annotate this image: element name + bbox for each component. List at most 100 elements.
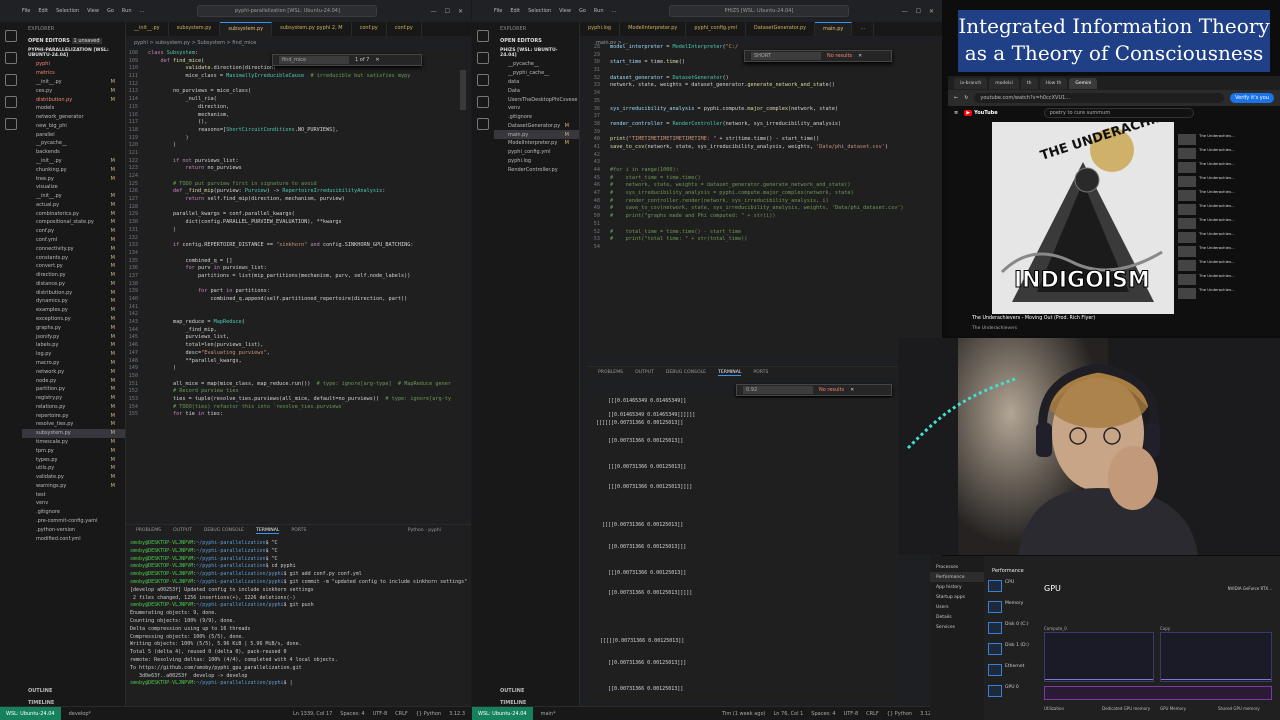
file-item[interactable]: __init__.py M	[22, 78, 125, 87]
panel-tab[interactable]: DEBUG CONSOLE	[204, 528, 244, 533]
editor-tab[interactable]: ModelInterpreter.py	[620, 22, 687, 36]
panel-tab[interactable]: OUTPUT	[635, 370, 654, 375]
recommended-video[interactable]: The Underachiev...	[1178, 133, 1276, 145]
file-item[interactable]: pyphi	[22, 60, 125, 69]
recommended-video[interactable]: The Underachiev...	[1178, 287, 1276, 299]
browser-tab[interactable]: ia-branch	[954, 77, 988, 89]
menu-view[interactable]: View	[87, 8, 99, 14]
file-item[interactable]: __init__.py M	[22, 192, 125, 201]
terminal-profile[interactable]: Python - pyphi	[408, 528, 441, 533]
panel-tab[interactable]: DEBUG CONSOLE	[666, 370, 706, 375]
youtube-logo[interactable]: ▶ YouTube	[964, 110, 998, 116]
status-item[interactable]: Spaces: 4	[340, 711, 364, 717]
file-item[interactable]: venv	[494, 104, 579, 113]
file-item[interactable]: models	[22, 104, 125, 113]
file-item[interactable]: .python-version	[22, 525, 125, 534]
file-item[interactable]: visualize	[22, 183, 125, 192]
file-item[interactable]: conf.py M	[22, 227, 125, 236]
find-input[interactable]: SHORT	[751, 52, 821, 60]
file-item[interactable]: constants.py M	[22, 253, 125, 262]
file-item[interactable]: distribution.py M	[22, 288, 125, 297]
task-manager-nav-item[interactable]: Startup apps	[930, 592, 984, 602]
file-item[interactable]: resolve_ties.py M	[22, 420, 125, 429]
file-item[interactable]: subsystem.py M	[22, 428, 125, 438]
file-item[interactable]: utils.py M	[22, 464, 125, 473]
file-item[interactable]: convert.py M	[22, 262, 125, 271]
editor-tab[interactable]: pyphi_config.yml	[686, 22, 746, 36]
editor-tab[interactable]: subsystem.py	[169, 22, 221, 36]
command-center[interactable]: PHIZS [WSL: Ubuntu-24.04]	[668, 5, 849, 17]
status-item[interactable]: {} Python	[416, 711, 441, 717]
file-item[interactable]: data	[494, 78, 579, 87]
file-item[interactable]: conf.yml M	[22, 236, 125, 245]
mid-code-editor[interactable]: 28 model_interpreter = ModelInterpreter("…	[588, 44, 942, 354]
channel-name[interactable]: The Underachievers	[972, 326, 1017, 331]
outline-section[interactable]: OUTLINE	[28, 688, 52, 694]
performance-item[interactable]: Memory	[988, 601, 1040, 619]
file-item[interactable]: .gitignore	[22, 508, 125, 517]
explorer-icon[interactable]	[5, 30, 17, 42]
file-item[interactable]: jsonify.py M	[22, 332, 125, 341]
task-manager-nav-item[interactable]: Users	[930, 602, 984, 612]
refresh-icon[interactable]: ↻	[964, 95, 968, 101]
recommended-video[interactable]: The Underachiev...	[1178, 161, 1276, 173]
back-icon[interactable]: ←	[954, 95, 958, 101]
file-item[interactable]: distribution.py M	[22, 95, 125, 104]
file-item[interactable]: backends	[22, 148, 125, 157]
file-item[interactable]: graphs.py M	[22, 323, 125, 332]
task-manager-nav-item[interactable]: Details	[930, 612, 984, 622]
browser-tab[interactable]: How th	[1039, 77, 1068, 89]
file-item[interactable]: validate.py M	[22, 473, 125, 482]
file-item[interactable]: parallel	[22, 130, 125, 139]
youtube-search-input[interactable]: poetry to cure summum	[1043, 108, 1194, 118]
menu-file[interactable]: File	[22, 8, 30, 14]
menu-edit[interactable]: Edit	[510, 8, 520, 14]
status-item[interactable]: UTF-8	[844, 711, 859, 717]
editor-tab[interactable]: main.py	[815, 22, 853, 36]
panel-tab[interactable]: TERMINAL	[256, 528, 280, 534]
file-item[interactable]: macro.py M	[22, 359, 125, 368]
branch-indicator[interactable]: develop*	[69, 711, 91, 717]
file-item[interactable]: log.py M	[22, 350, 125, 359]
file-item[interactable]: types.py M	[22, 455, 125, 464]
file-item[interactable]: compositional_state.py M	[22, 218, 125, 227]
file-item[interactable]: metrics	[22, 69, 125, 78]
browser-tab[interactable]: th	[1020, 77, 1038, 89]
browser-tab[interactable]: modelsi	[989, 77, 1019, 89]
file-item[interactable]: tpm.py M	[22, 446, 125, 455]
menu-go[interactable]: Go	[579, 8, 586, 14]
left-terminal[interactable]: smoby@DESKTOP-VLJNPVM:~/pyphi-paralleliz…	[130, 540, 470, 706]
menu-selection[interactable]: Selection	[528, 8, 551, 14]
outline-section[interactable]: OUTLINE	[500, 688, 524, 694]
file-item[interactable]: .pre-commit-config.yaml	[22, 517, 125, 526]
file-item[interactable]: UsersTheDesktopPhiCsvexe	[494, 95, 579, 104]
file-item[interactable]: examples.py M	[22, 306, 125, 315]
editor-tab[interactable]: __init__.py	[126, 22, 169, 36]
file-item[interactable]: __pyphi_cache__	[494, 69, 579, 78]
file-item[interactable]: main.py M	[494, 130, 579, 140]
panel-tab[interactable]: PORTS	[753, 370, 768, 375]
editor-tab[interactable]: DatasetGenerator.py	[746, 22, 816, 36]
find-input[interactable]: find_mice	[279, 56, 349, 64]
recommended-video[interactable]: The Underachiev...	[1178, 189, 1276, 201]
remote-indicator[interactable]: WSL: Ubuntu-24.04	[0, 707, 61, 720]
file-item[interactable]: test	[22, 490, 125, 499]
maximize-icon[interactable]: ☐	[445, 8, 450, 15]
file-item[interactable]: timescale.py M	[22, 438, 125, 447]
maximize-icon[interactable]: ☐	[916, 8, 921, 15]
remote-indicator[interactable]: WSL: Ubuntu-24.04	[472, 707, 533, 720]
video-title[interactable]: The Underachievers - Moving Out (Prod. R…	[972, 316, 1095, 321]
minimize-icon[interactable]: —	[431, 8, 437, 15]
file-item[interactable]: venv	[22, 499, 125, 508]
file-item[interactable]: relations.py M	[22, 402, 125, 411]
left-code-editor[interactable]: 108 class Subsystem: 109 def find_mice(110…	[126, 50, 466, 520]
file-item[interactable]: exceptions.py M	[22, 315, 125, 324]
video-player[interactable]: THE UNDERACHIEVERS INDIGOISM	[992, 122, 1174, 314]
panel-tab[interactable]: OUTPUT	[173, 528, 192, 533]
performance-item[interactable]: Disk 1 (D:)	[988, 643, 1040, 661]
panel-tab[interactable]: PROBLEMS	[598, 370, 623, 375]
menu-edit[interactable]: Edit	[38, 8, 48, 14]
task-manager-nav-item[interactable]: Services	[930, 622, 984, 632]
task-manager-nav-item[interactable]: App history	[930, 582, 984, 592]
status-item[interactable]: Ln 1339, Col 17	[293, 711, 332, 717]
